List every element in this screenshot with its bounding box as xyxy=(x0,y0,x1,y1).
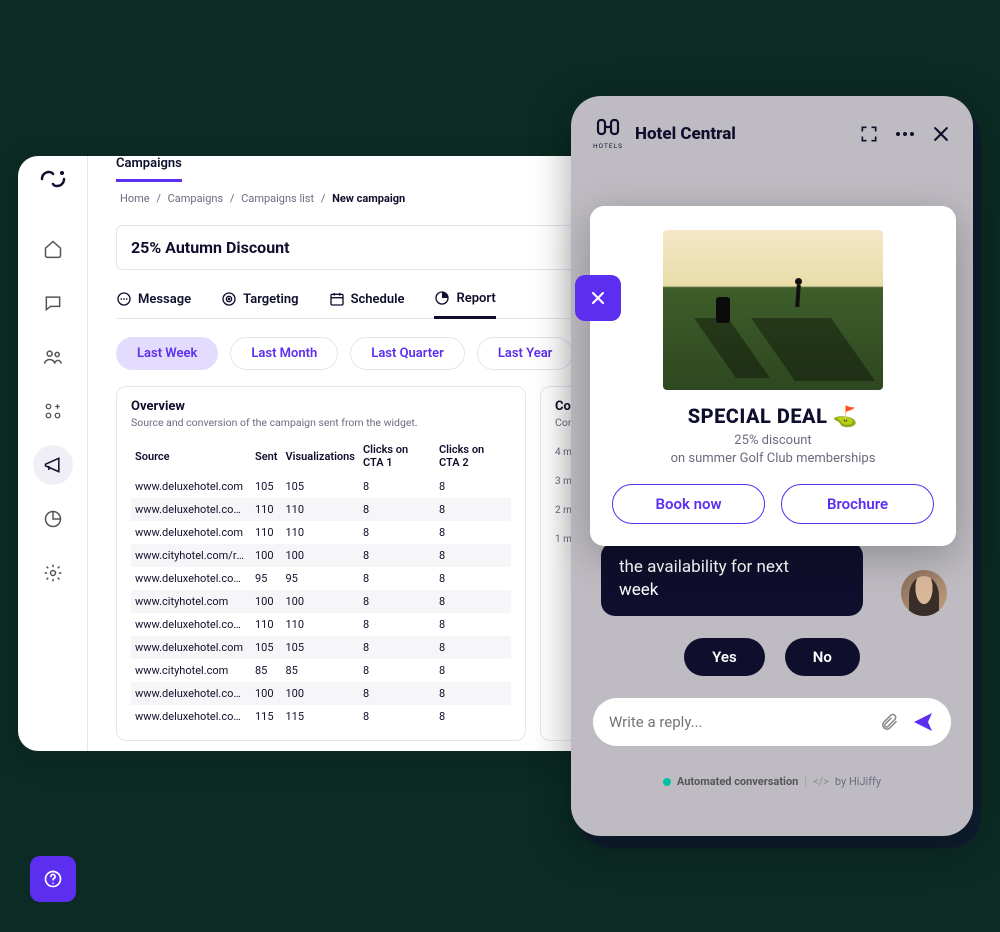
nav-analytics-icon[interactable] xyxy=(33,499,73,539)
pill-last-quarter[interactable]: Last Quarter xyxy=(350,337,465,370)
promo-title: SPECIAL DEAL ⛳ xyxy=(612,404,934,428)
tab-report[interactable]: Report xyxy=(434,290,495,319)
overview-card: Overview Source and conversion of the ca… xyxy=(116,386,526,741)
nav-campaigns-icon[interactable] xyxy=(33,445,73,485)
quick-reply-no[interactable]: No xyxy=(785,638,860,676)
nav-chat-icon[interactable] xyxy=(33,283,73,323)
quick-reply-yes[interactable]: Yes xyxy=(684,638,765,676)
widget-header: HOTELS Hotel Central xyxy=(571,96,973,164)
status-dot-icon xyxy=(663,778,671,786)
widget-footer: Automated conversation | </> by HiJiffy xyxy=(571,775,973,788)
code-icon: </> xyxy=(813,775,829,788)
more-icon[interactable] xyxy=(895,131,915,137)
table-row: www.deluxehotel.com/p...11011088 xyxy=(131,613,511,636)
table-row: www.deluxehotel.com10510588 xyxy=(131,475,511,498)
nav-home-icon[interactable] xyxy=(33,229,73,269)
tab-message[interactable]: Message xyxy=(116,290,191,318)
chat-bubble-assistant: the availability for next week xyxy=(601,542,863,616)
nav-settings-icon[interactable] xyxy=(33,553,73,593)
promo-card: SPECIAL DEAL ⛳ 25% discount on summer Go… xyxy=(590,206,956,546)
table-row: www.deluxehotel.com10510588 xyxy=(131,636,511,659)
overview-heading: Overview xyxy=(131,399,511,414)
book-now-button[interactable]: Book now xyxy=(612,484,765,524)
nav-contacts-icon[interactable] xyxy=(33,337,73,377)
nav-apps-icon[interactable] xyxy=(33,391,73,431)
pill-last-week[interactable]: Last Week xyxy=(116,337,218,370)
crumb-campaigns[interactable]: Campaigns xyxy=(168,192,224,205)
overview-table: Source Sent Visualizations Clicks on CTA… xyxy=(131,437,511,728)
hotel-logo: HOTELS xyxy=(593,118,623,150)
app-logo xyxy=(38,164,68,194)
widget-title: Hotel Central xyxy=(635,124,847,144)
avatar xyxy=(901,570,947,616)
attachment-icon[interactable] xyxy=(879,712,899,732)
promo-image xyxy=(663,230,883,390)
table-row: www.cityhotel.com10010088 xyxy=(131,590,511,613)
reply-box xyxy=(593,698,951,746)
table-row: www.deluxehotel.com/a...10010088 xyxy=(131,682,511,705)
target-icon xyxy=(221,291,237,307)
sidebar xyxy=(18,156,88,751)
crumb-home[interactable]: Home xyxy=(120,192,150,205)
tab-targeting[interactable]: Targeting xyxy=(221,290,298,318)
table-row: www.deluxehotel.com/r...11011088 xyxy=(131,498,511,521)
pill-last-month[interactable]: Last Month xyxy=(230,337,338,370)
crumb-current: New campaign xyxy=(332,192,405,205)
table-row: www.cityhotel.com858588 xyxy=(131,659,511,682)
crumb-campaigns-list[interactable]: Campaigns list xyxy=(241,192,314,205)
table-row: www.deluxehotel.com/p...11511588 xyxy=(131,705,511,728)
table-row: www.deluxehotel.com11011088 xyxy=(131,521,511,544)
close-icon[interactable] xyxy=(931,124,951,144)
quick-reply-row: Yes No xyxy=(571,638,973,676)
reply-input[interactable] xyxy=(609,713,867,731)
calendar-icon xyxy=(329,291,345,307)
tab-schedule[interactable]: Schedule xyxy=(329,290,405,318)
topbar-tab-campaigns[interactable]: Campaigns xyxy=(116,156,182,182)
send-icon[interactable] xyxy=(911,710,935,734)
overview-sub: Source and conversion of the campaign se… xyxy=(131,416,511,429)
message-icon xyxy=(116,291,132,307)
brochure-button[interactable]: Brochure xyxy=(781,484,934,524)
table-row: www.deluxehotel.com/roo959588 xyxy=(131,567,511,590)
help-button[interactable] xyxy=(30,856,76,902)
close-panel-button[interactable] xyxy=(575,275,621,321)
report-icon xyxy=(434,290,450,306)
expand-icon[interactable] xyxy=(859,124,879,144)
table-row: www.cityhotel.com/roo...10010088 xyxy=(131,544,511,567)
pill-last-year[interactable]: Last Year xyxy=(477,337,574,370)
